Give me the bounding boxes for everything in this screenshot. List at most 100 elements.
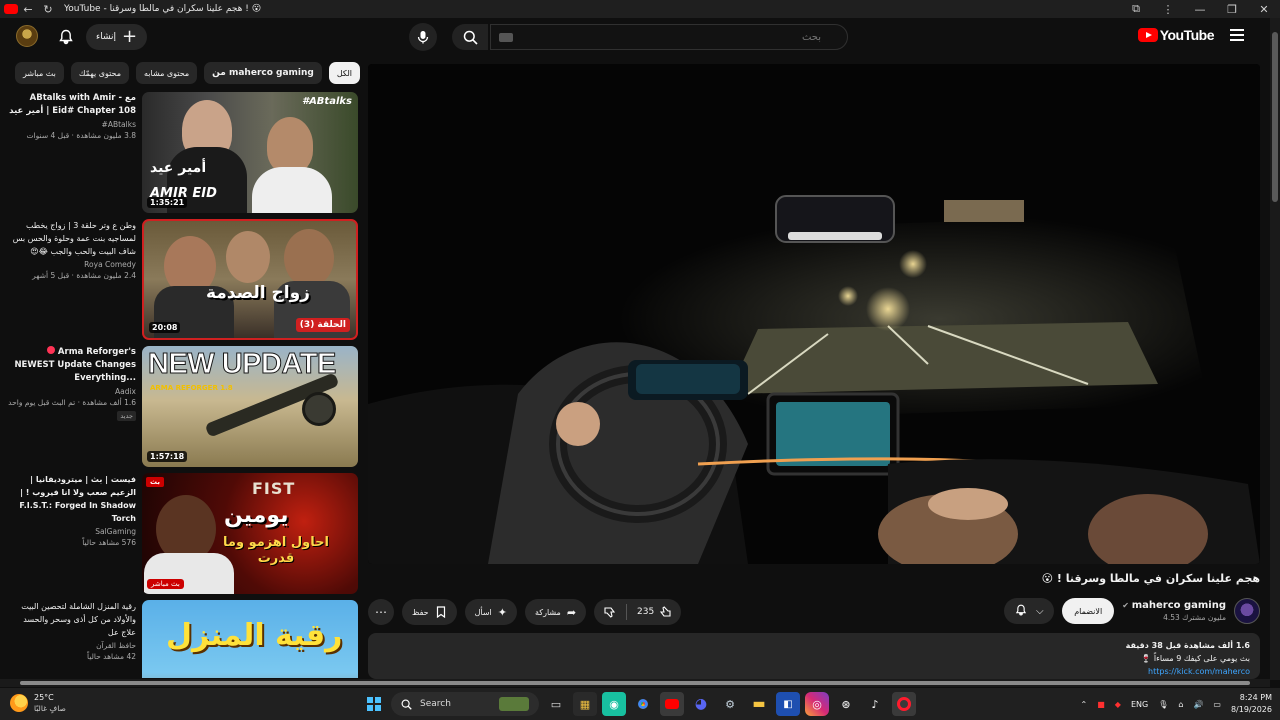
tiktok-app-icon[interactable]: ♪ [863,692,887,716]
recommendation-item[interactable]: #ABtalks أمير عيد AMIR EID 1:35:21 مع - … [8,92,358,214]
tray-app-icon[interactable]: ◆ [1115,700,1121,709]
chip-related[interactable]: محتوى مشابه [135,62,198,84]
video-thumbnail[interactable]: زواج الصدمة الحلقة (3) 20:08 [142,219,358,340]
back-icon[interactable]: ← [18,0,38,18]
close-icon[interactable]: ✕ [1248,0,1280,18]
weather-widget[interactable]: 25°C صافٍ غالبًا [10,692,66,714]
join-button[interactable]: الانضمام [1062,598,1115,624]
taskbar-search-label: Search [420,699,451,709]
chip-all[interactable]: الكل [328,62,360,84]
video-player[interactable] [368,64,1260,564]
dislike-button[interactable] [594,599,626,625]
obs-app-icon[interactable]: ⊛ [834,692,858,716]
channel-name[interactable]: Roya Comedy [8,260,136,269]
youtube-logo[interactable]: YouTube [1137,27,1215,43]
search-icon [401,699,412,710]
more-actions-icon[interactable]: ⋯ [368,599,394,625]
thumbnail-caption: NEW UPDATE [148,348,337,381]
hamburger-menu-icon[interactable] [1230,29,1244,41]
voice-search-icon[interactable] [409,23,437,51]
store-app-icon[interactable]: ▦ [573,692,597,716]
account-avatar[interactable] [16,25,38,47]
video-title[interactable]: وطن ع وتر حلقة 3 | زواج يخطب لمساجيه بنت… [8,219,136,258]
taskbar-search[interactable]: Search [391,692,539,716]
video-description[interactable]: 1.6 ألف مشاهدة قبل 38 دقيقة بث يومي على … [368,633,1260,679]
instagram-app-icon[interactable]: ◎ [805,692,829,716]
chrome-app-icon[interactable] [631,692,655,716]
video-thumbnail[interactable]: NEW UPDATE ARMA REFORGER 1.8 1:57:18 [142,346,358,467]
youtube-app-icon[interactable] [660,692,684,716]
thumbnail-tag: #ABtalks [302,96,352,107]
like-button[interactable]: 235 [627,599,681,625]
plus-icon: + [122,26,138,47]
steam-app-icon[interactable]: ⚙ [718,692,742,716]
vertical-scrollbar[interactable] [1270,18,1280,680]
reload-icon[interactable]: ↻ [38,0,58,18]
chevron-down-icon: ⌵ [1036,605,1044,617]
xbox-app-icon[interactable]: ◉ [602,692,626,716]
minimize-icon[interactable]: — [1184,0,1216,18]
save-button[interactable]: حفظ [402,599,457,625]
clock[interactable]: 8:24 PM 8/19/2026 [1231,692,1272,716]
like-dislike-group: 235 [594,599,682,625]
network-icon[interactable]: ⌂ [1178,700,1183,709]
battery-icon[interactable]: ▭ [1213,700,1221,709]
volume-icon[interactable]: 🔊 [1193,700,1203,709]
recommendation-item[interactable]: زواج الصدمة الحلقة (3) 20:08 وطن ع وتر ح… [8,219,358,341]
discord-app-icon[interactable]: ◕ [689,692,713,716]
recommendation-item[interactable]: NEW UPDATE ARMA REFORGER 1.8 1:57:18 Arm… [8,346,358,468]
channel-name[interactable]: ✔ maherco gaming [1122,600,1226,611]
video-thumbnail[interactable]: FIST يومين احاول اهزمو وما قدرت بث بث مب… [142,473,358,594]
video-title[interactable]: مع - ABtalks with Amir Eid# Chapter 108 … [8,92,136,118]
video-title[interactable]: رقية المنزل الشاملة لتحصين البيت والأولا… [8,600,136,639]
horizontal-scrollbar[interactable] [0,679,1270,687]
channel-name[interactable]: ABtalks# [8,120,136,129]
recommendation-item[interactable]: رقية المنزل رقية المنزل الشاملة لتحصين ا… [8,600,358,678]
extensions-icon[interactable]: ⧉ [1120,0,1152,18]
notifications-icon[interactable] [54,25,78,49]
channel-name[interactable]: Aadix [8,387,136,396]
subscribed-button[interactable]: ⌵ [1004,598,1055,624]
more-options-icon[interactable]: ⋮ [1152,0,1184,18]
search-input[interactable] [491,25,847,49]
chip-from-channel[interactable]: من maherco gaming [204,62,322,84]
video-title-text: Arma Reforger's NEWEST Update Changes Ev… [14,347,136,383]
video-frame [368,64,1260,564]
channel-name[interactable]: حافظ القرآن [8,641,136,650]
channel-name[interactable]: SalGaming [8,527,136,536]
chip-for-you[interactable]: محتوى يهمّك [70,62,129,84]
video-duration: 20:08 [149,322,181,333]
video-thumbnail[interactable]: رقية المنزل [142,600,358,678]
task-view-icon[interactable]: ▭ [544,692,568,716]
ask-button[interactable]: اسأل ✦ [464,599,517,625]
opera-app-icon[interactable] [892,692,916,716]
video-actions: ⋯ حفظ اسأل ✦ مشاركة ➦ 235 [368,599,682,625]
youtube-favicon-icon [4,4,18,14]
clock-time: 8:24 PM [1239,693,1272,702]
windows-start-icon[interactable] [362,692,386,716]
video-stats: 2.4 مليون مشاهدة · قبل 5 أشهر [32,271,136,280]
editor-app-icon[interactable]: ◧ [776,692,800,716]
tray-app-icon[interactable]: ■ [1097,700,1105,709]
file-explorer-icon[interactable]: ▬ [747,692,771,716]
new-badge: جديد [117,411,136,421]
language-indicator[interactable]: ENG [1131,700,1148,709]
verified-icon: ✔ [1122,601,1132,610]
chip-live[interactable]: بث مباشر [15,62,64,84]
tab-title: YouTube - هجم علينا سكران في مالطا وسرقن… [64,4,262,14]
video-thumbnail[interactable]: #ABtalks أمير عيد AMIR EID 1:35:21 [142,92,358,213]
live-now-badge: بث مباشر [147,579,184,589]
recommendation-item[interactable]: FIST يومين احاول اهزمو وما قدرت بث بث مب… [8,473,358,595]
maximize-icon[interactable]: ❐ [1216,0,1248,18]
search-button[interactable] [452,24,488,50]
tray-overflow-icon[interactable]: ⌃ [1081,700,1088,709]
create-button[interactable]: إنشاء + [86,24,148,50]
microphone-icon[interactable]: 🎙 [1158,700,1168,709]
video-title[interactable]: Arma Reforger's NEWEST Update Changes Ev… [8,346,136,385]
video-title[interactable]: فيست | بث | ميتروديفانيا | الزعيم صعب ول… [8,473,136,525]
share-button[interactable]: مشاركة ➦ [525,599,587,625]
description-link[interactable]: https://kick.com/maherco [1148,667,1250,676]
channel-avatar[interactable] [1234,598,1260,624]
keyboard-icon[interactable] [499,33,513,42]
filter-chips: الكل من maherco gaming محتوى مشابه محتوى… [15,62,360,84]
